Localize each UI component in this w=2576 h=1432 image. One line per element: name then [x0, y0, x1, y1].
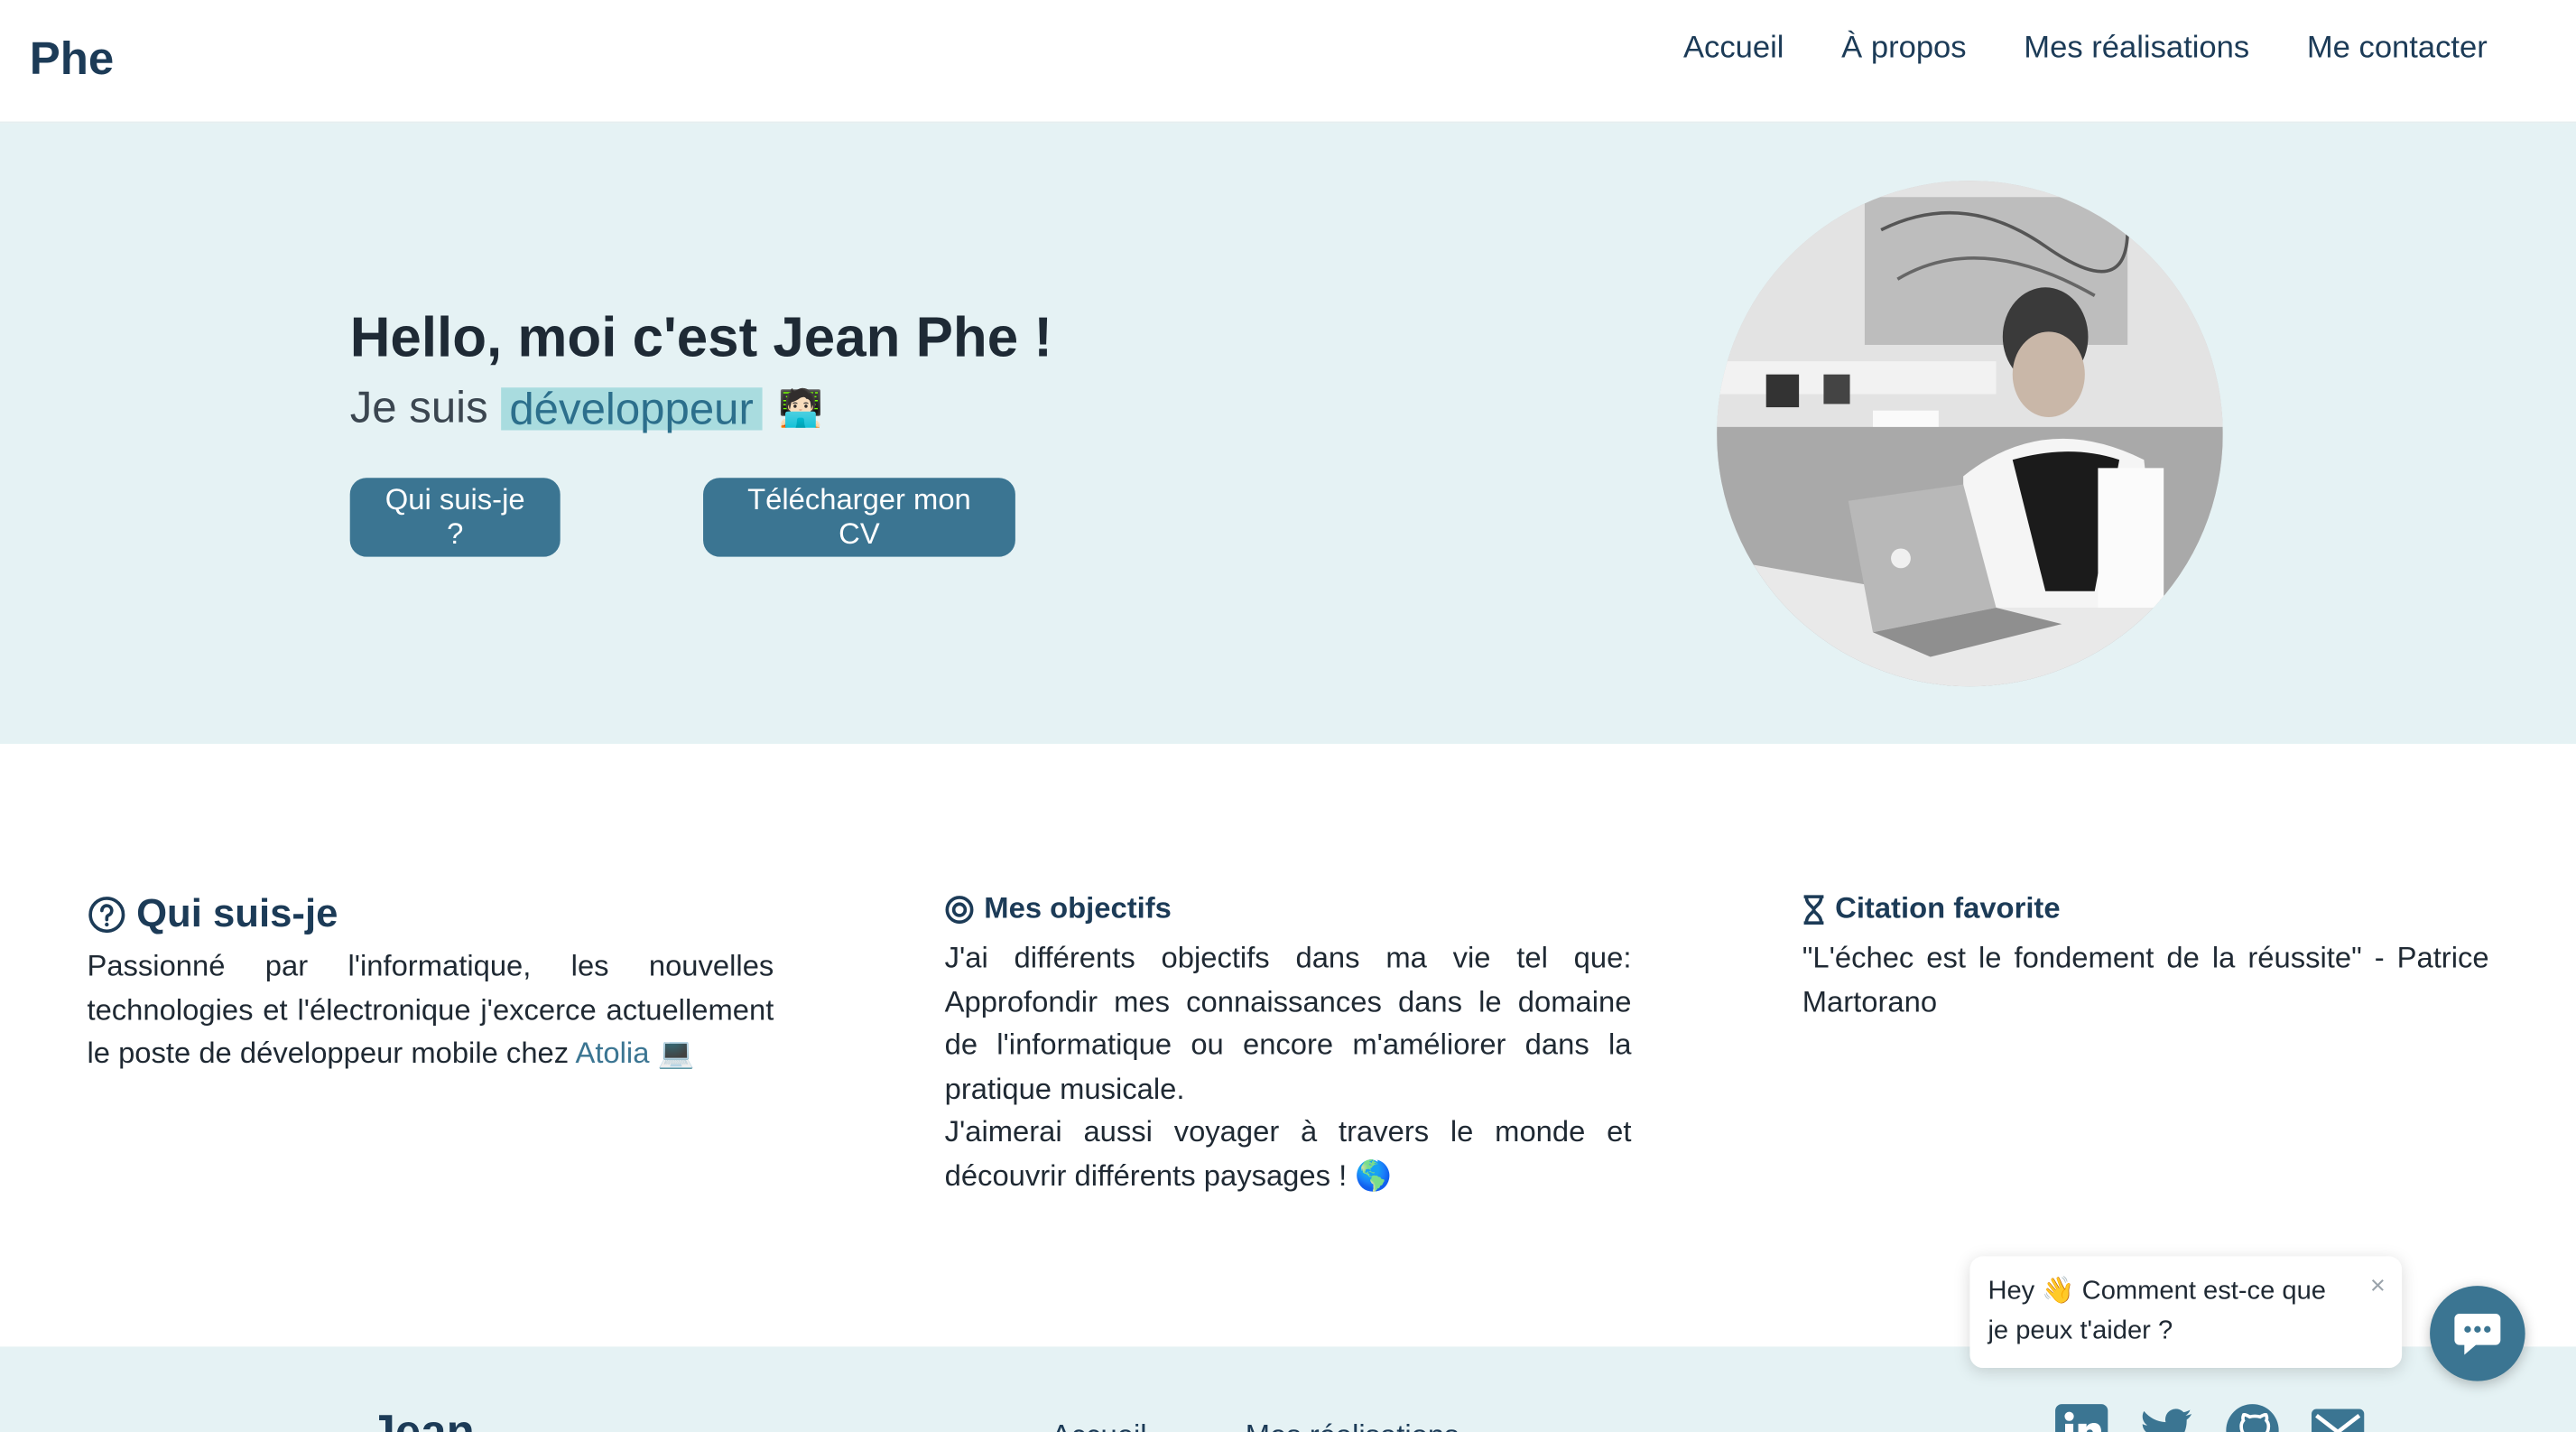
footer-link-accueil[interactable]: Accueil — [1052, 1418, 1147, 1432]
social-links — [2053, 1402, 2366, 1432]
hero-prefix: Je suis — [349, 382, 488, 432]
footer-link-realisations[interactable]: Mes réalisations — [1246, 1418, 1459, 1432]
who-column: Qui suis-je Passionné par l'informatique… — [87, 892, 774, 1075]
chat-greeting-bubble[interactable]: Hey 👋 Comment est-ce que je peux t'aider… — [1969, 1256, 2403, 1369]
hero-subtitle: Je suis développeur 🧑🏻‍💻 — [350, 383, 823, 433]
chat-icon — [2454, 1314, 2501, 1355]
nav-link-contact[interactable]: Me contacter — [2307, 32, 2488, 68]
goals-title: Mes objectifs — [984, 891, 1172, 925]
github-icon[interactable] — [2225, 1402, 2281, 1432]
goals-text-2: J'aimerai aussi voyager à travers le mon… — [945, 1111, 1632, 1197]
goals-column: Mes objectifs J'ai différents objectifs … — [945, 892, 1632, 1197]
brand-logo[interactable]: Phe — [30, 33, 114, 85]
developer-emoji-icon: 🧑🏻‍💻 — [778, 386, 824, 428]
hero-section: Hello, moi c'est Jean Phe ! Je suis déve… — [0, 123, 2576, 744]
question-circle-icon — [87, 895, 126, 935]
quote-column: Citation favorite "L'échec est le fondem… — [1802, 892, 2489, 1024]
who-am-i-button[interactable]: Qui suis-je ? — [349, 478, 561, 557]
globe-emoji-icon: 🌎 — [1355, 1158, 1393, 1192]
nav-link-realisations[interactable]: Mes réalisations — [2024, 32, 2249, 68]
nav-links: Accueil À propos Mes réalisations Me con… — [1683, 32, 2488, 68]
who-title: Qui suis-je — [136, 891, 338, 936]
nav-link-accueil[interactable]: Accueil — [1683, 32, 1784, 68]
target-icon — [945, 894, 975, 924]
footer-brand[interactable]: Jean — [370, 1406, 475, 1432]
goals-text-1: J'ai différents objectifs dans ma vie te… — [944, 941, 1632, 1105]
twitter-icon[interactable] — [2139, 1402, 2195, 1432]
hero-title: Hello, moi c'est Jean Phe ! — [349, 307, 1052, 370]
goals-title-row: Mes objectifs — [945, 892, 1632, 926]
chat-launcher-button[interactable] — [2430, 1286, 2525, 1381]
linkedin-icon[interactable] — [2053, 1402, 2109, 1432]
quote-text: "L'échec est le fondement de la réussite… — [1802, 941, 2489, 1018]
quote-title: Citation favorite — [1835, 891, 2061, 925]
quote-title-row: Citation favorite — [1802, 892, 2489, 926]
profile-photo — [1717, 181, 2223, 687]
goals-text-2-body: J'aimerai aussi voyager à travers le mon… — [944, 1114, 1632, 1192]
download-cv-button[interactable]: Télécharger mon CV — [703, 478, 1015, 557]
chat-close-icon[interactable]: × — [2370, 1273, 2386, 1300]
hero-role: développeur — [501, 386, 762, 431]
laptop-emoji-icon: 💻 — [657, 1036, 695, 1070]
nav-link-a-propos[interactable]: À propos — [1841, 32, 1966, 68]
mail-icon[interactable] — [2310, 1402, 2366, 1432]
who-title-row: Qui suis-je — [87, 892, 774, 938]
who-text: Passionné par l'informatique, les nouvel… — [87, 944, 774, 1075]
hourglass-icon — [1802, 894, 1825, 925]
footer-nav: Accueil Mes réalisations — [1052, 1418, 1459, 1432]
navbar: Phe Accueil À propos Mes réalisations Me… — [0, 0, 2576, 124]
chat-greeting-text: Hey 👋 Comment est-ce que je peux t'aider… — [1988, 1278, 2327, 1345]
atolia-link[interactable]: Atolia — [575, 1037, 649, 1069]
